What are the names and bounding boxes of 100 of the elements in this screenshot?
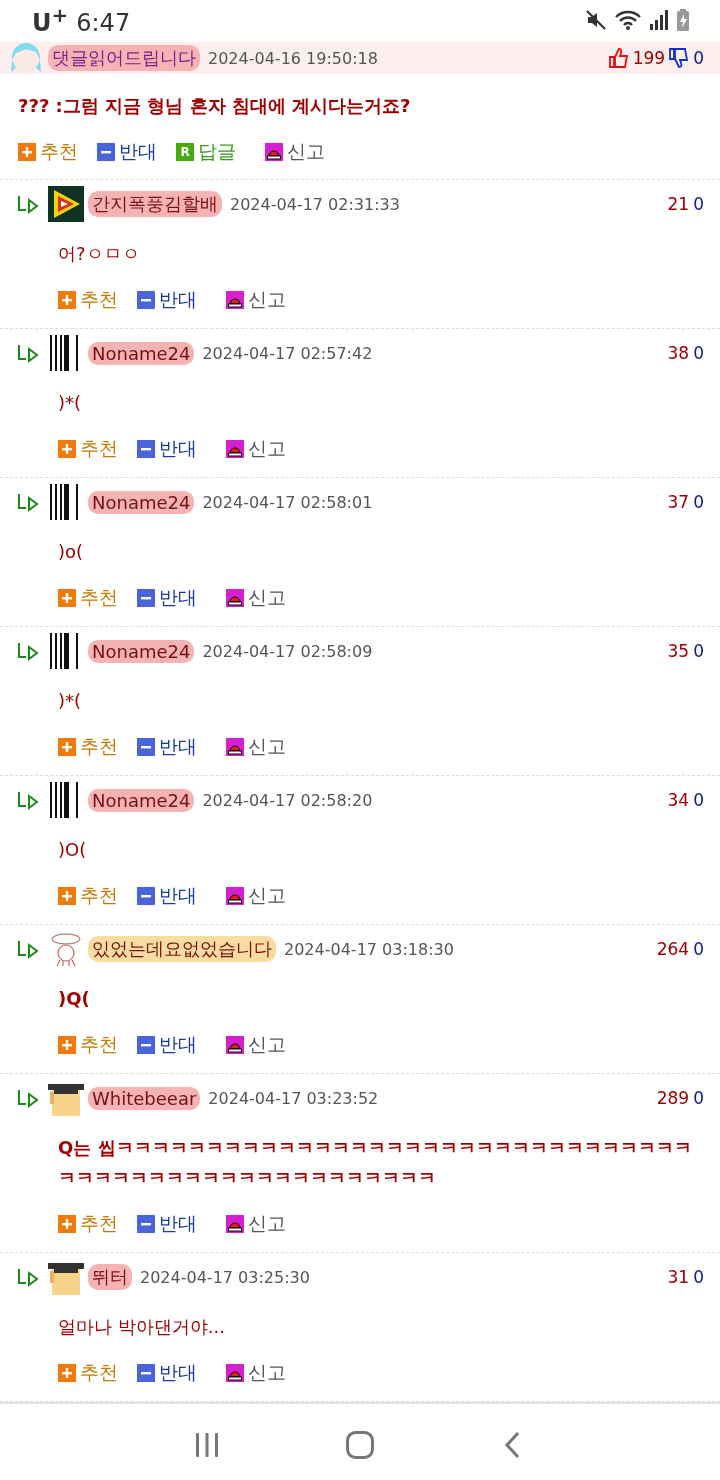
like-count: 37 [667, 492, 690, 512]
plus-icon [58, 440, 76, 458]
siren-icon [226, 738, 244, 756]
like-count: 34 [667, 790, 690, 810]
plus-icon [58, 1036, 76, 1054]
dislike-count: 0 [693, 343, 704, 363]
like-count: 289 [656, 1088, 690, 1108]
siren-icon [265, 143, 283, 161]
report-button[interactable]: 신고 [226, 1032, 286, 1058]
oppose-button[interactable]: 반대 [137, 436, 197, 462]
comment-text: )o( [57, 540, 85, 564]
siren-icon [226, 1036, 244, 1054]
comment-date: 2024-04-16 19:50:18 [208, 48, 378, 68]
battery-icon [676, 8, 690, 32]
dislike-count: 0 [693, 1088, 704, 1108]
plus-icon [58, 589, 76, 607]
report-button[interactable]: 신고 [226, 1360, 286, 1386]
dislike-count: 0 [693, 641, 704, 661]
oppose-button[interactable]: 반대 [137, 1211, 197, 1237]
minus-icon [97, 143, 115, 161]
dislike-count: 0 [693, 939, 704, 959]
like-count: 31 [667, 1267, 690, 1287]
like-count: 21 [667, 194, 690, 214]
siren-icon [226, 589, 244, 607]
user-name[interactable]: 있었는데요없었습니다 [88, 936, 276, 962]
oppose-button[interactable]: 반대 [137, 287, 197, 313]
carrier-name: U$^{+}$ [32, 3, 69, 37]
sketch-figure-icon [48, 931, 84, 967]
comment-date: 2024-04-17 02:57:42 [202, 343, 373, 363]
minus-icon [137, 291, 155, 309]
plus-icon [58, 887, 76, 905]
minus-icon [137, 1215, 155, 1233]
user-name[interactable]: Whitebeear [88, 1086, 201, 1110]
comment-date: 2024-04-17 03:18:30 [284, 939, 454, 959]
reply-icon: R [176, 143, 194, 161]
signal-icon [648, 8, 670, 32]
comment-text: ??? :그럼 지금 형님 혼자 침대에 계시다는거죠? [17, 94, 412, 118]
report-button[interactable]: 신고 [226, 1211, 286, 1237]
comment-text: 얼마나 박아댄거야... [57, 1315, 226, 1339]
minus-icon [137, 440, 155, 458]
oppose-button[interactable]: 반대 [137, 1032, 197, 1058]
clock-time: 6:47 [76, 9, 131, 37]
plus-icon [18, 143, 36, 161]
comment-text: 어?ㅇㅁㅇ [57, 242, 141, 266]
dislike-count: 0 [693, 48, 704, 68]
reply-button[interactable]: R 답글 [176, 139, 236, 165]
oppose-button[interactable]: 반대 [137, 734, 197, 760]
reply-arrow-icon [17, 789, 39, 811]
reply-arrow-icon [17, 342, 39, 364]
plus-icon [58, 738, 76, 756]
report-button[interactable]: 신고 [226, 883, 286, 909]
oppose-button[interactable]: 반대 [97, 139, 157, 165]
reply-arrow-icon [17, 938, 39, 960]
comment-date: 2024-04-17 03:25:30 [140, 1267, 310, 1287]
user-name[interactable]: 간지폭풍김할배 [88, 191, 222, 217]
reply-arrow-icon [17, 491, 39, 513]
oppose-button[interactable]: 반대 [137, 1360, 197, 1386]
minus-icon [137, 738, 155, 756]
like-count: 38 [667, 343, 690, 363]
comment-date: 2024-04-17 02:58:20 [202, 790, 373, 810]
comment-date: 2024-04-17 02:58:09 [202, 641, 373, 661]
user-name[interactable]: Noname24 [88, 788, 195, 812]
home-icon[interactable] [345, 1430, 375, 1460]
user-name[interactable]: Noname24 [88, 341, 195, 365]
like-count: 199 [632, 48, 666, 68]
plus-icon [58, 1364, 76, 1382]
dislike-count: 0 [693, 1267, 704, 1287]
thumbs-down-icon [669, 48, 690, 68]
user-name[interactable]: 뛰터 [88, 1264, 132, 1290]
like-count: 264 [656, 939, 690, 959]
report-button[interactable]: 신고 [265, 139, 325, 165]
dislike-count: 0 [693, 790, 704, 810]
reply-arrow-icon [17, 1087, 39, 1109]
comment-text: )O( [57, 838, 88, 862]
oppose-button[interactable]: 반대 [137, 585, 197, 611]
plus-icon [58, 291, 76, 309]
comment-date: 2024-04-17 02:58:01 [202, 492, 373, 512]
user-name[interactable]: Noname24 [88, 639, 195, 663]
reply-arrow-icon [17, 1266, 39, 1288]
siren-icon [226, 291, 244, 309]
comment-date: 2024-04-17 02:31:33 [230, 194, 400, 214]
siren-icon [226, 440, 244, 458]
siren-icon [226, 887, 244, 905]
dislike-count: 0 [693, 194, 704, 214]
dislike-count: 0 [693, 492, 704, 512]
report-button[interactable]: 신고 [226, 287, 286, 313]
user-name[interactable]: Noname24 [88, 490, 195, 514]
report-button[interactable]: 신고 [226, 436, 286, 462]
report-button[interactable]: 신고 [226, 585, 286, 611]
user-name[interactable]: 댓글읽어드립니다 [48, 45, 200, 71]
siren-icon [226, 1215, 244, 1233]
siren-icon [226, 1364, 244, 1382]
play-logo-icon [48, 186, 84, 222]
oppose-button[interactable]: 반대 [137, 883, 197, 909]
minus-icon [137, 589, 155, 607]
comment-text: )*( [57, 391, 83, 415]
report-button[interactable]: 신고 [226, 734, 286, 760]
like-count: 35 [667, 641, 690, 661]
thumbs-up-icon [608, 48, 629, 68]
comment-text: Q는 씹ㅋㅋㅋㅋㅋㅋㅋㅋㅋㅋㅋㅋㅋㅋㅋㅋㅋㅋㅋㅋㅋㅋㅋㅋㅋㅋㅋㅋㅋㅋㅋㅋㅋㅋㅋㅋㅋㅋㅋㅋㅋㅋㅋㅋㅋㅋㅋㅋㅋㅋㅋㅋㅋ [57, 1136, 693, 1190]
